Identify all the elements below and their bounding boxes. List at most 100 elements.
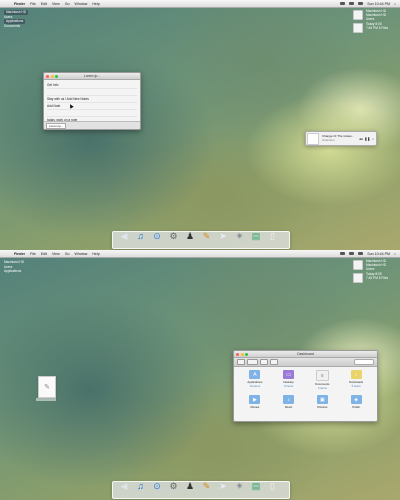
menu-finder[interactable]: Finder bbox=[14, 252, 25, 256]
menu-help[interactable]: Help bbox=[92, 252, 99, 256]
desktop-folder-icon: ▭ bbox=[283, 370, 295, 379]
desktop-item[interactable]: Applications bbox=[4, 269, 21, 273]
back-icon[interactable]: ◀ bbox=[117, 479, 131, 493]
trash-icon[interactable]: ▯ bbox=[266, 479, 280, 493]
movies-folder-icon: ▶ bbox=[249, 395, 261, 404]
back-icon[interactable]: ◀ bbox=[117, 229, 131, 243]
widget-text: Users bbox=[366, 266, 375, 271]
menu-file[interactable]: File bbox=[30, 2, 36, 6]
previous-icon[interactable]: ◂◂ bbox=[359, 137, 362, 141]
battery-icon[interactable] bbox=[358, 251, 364, 256]
itunes-icon[interactable]: ♫ bbox=[134, 479, 148, 493]
menu-file[interactable]: File bbox=[30, 252, 36, 256]
wifi-icon[interactable] bbox=[340, 251, 346, 256]
battery-icon[interactable] bbox=[358, 1, 364, 6]
folder-label: Music bbox=[284, 405, 293, 409]
send-icon[interactable]: ➤ bbox=[216, 229, 230, 243]
pen-icon[interactable]: ✎ bbox=[200, 479, 214, 493]
action-button[interactable] bbox=[270, 359, 278, 365]
track-artist: Unknown bbox=[322, 137, 335, 142]
recent-widget[interactable]: Today 8:05 7:45 PM 5 Files bbox=[353, 22, 389, 33]
folder-count: 3 items bbox=[317, 386, 327, 390]
arrange-button[interactable] bbox=[260, 359, 268, 365]
send-icon[interactable]: ➤ bbox=[216, 479, 230, 493]
menu-edit[interactable]: Edit bbox=[41, 2, 47, 6]
menu-window[interactable]: Window bbox=[75, 2, 88, 6]
finder-toolbar bbox=[234, 358, 377, 367]
back-button[interactable] bbox=[237, 359, 245, 365]
note-line: Add Note bbox=[47, 103, 137, 110]
folder-item[interactable]: A Applications 13 items bbox=[238, 370, 272, 390]
desktop-item[interactable]: Users bbox=[4, 265, 12, 269]
music-folder-icon: ♪ bbox=[283, 395, 295, 404]
pictures-folder-icon: ▣ bbox=[316, 395, 328, 404]
desktop-item[interactable]: Users bbox=[4, 15, 12, 19]
app-icon[interactable]: ▤ bbox=[249, 479, 263, 493]
menu-view[interactable]: View bbox=[52, 252, 60, 256]
documents-folder-icon: ≡ bbox=[315, 370, 329, 381]
search-input[interactable] bbox=[354, 359, 374, 365]
menu-edit[interactable]: Edit bbox=[41, 252, 47, 256]
note-titlebar[interactable]: Lorem Ip... bbox=[44, 73, 140, 80]
folder-count: 5 items bbox=[351, 384, 361, 388]
itunes-icon[interactable]: ♫ bbox=[134, 229, 148, 243]
folder-label: Movies bbox=[250, 405, 260, 409]
folder-item[interactable]: ≡ Documents 3 items bbox=[306, 370, 340, 390]
folder-item[interactable]: ♪ Music bbox=[272, 395, 306, 409]
menu-clock[interactable]: Sun 10:44 PM bbox=[367, 2, 390, 6]
spotlight-icon[interactable]: ⌕ bbox=[394, 2, 396, 6]
public-folder-icon: ◈ bbox=[350, 395, 362, 404]
folder-label: Public bbox=[352, 405, 360, 409]
appstore-icon[interactable]: ⊙ bbox=[150, 229, 164, 243]
itunes-widget[interactable]: Change Or The Grass... Unknown ◂◂ ❚❚ ⌕ bbox=[305, 131, 377, 146]
drive-icon bbox=[353, 10, 363, 20]
bottom-screen: Finder File Edit View Go Window Help Sun… bbox=[0, 250, 400, 500]
folder-item[interactable]: ▣ Pictures bbox=[306, 395, 340, 409]
desktop-items: Macintosh HD Users Applications bbox=[4, 260, 24, 274]
note-window[interactable]: Lorem Ip... Get Info Stay with us / Add … bbox=[43, 72, 141, 130]
menu-go[interactable]: Go bbox=[65, 2, 70, 6]
drive-widget[interactable]: Macintosh HD Macintosh HD Users bbox=[353, 259, 386, 271]
finder-window[interactable]: Dashboard A Applications 13 items ▭ Desk… bbox=[233, 350, 378, 422]
widget-text: 7:45 PM 5 Files bbox=[366, 25, 389, 30]
safari-icon[interactable]: ✷ bbox=[233, 479, 247, 493]
game-icon[interactable]: ♟ bbox=[183, 479, 197, 493]
pause-icon[interactable]: ❚❚ bbox=[364, 137, 370, 141]
game-icon[interactable]: ♟ bbox=[183, 229, 197, 243]
desktop-item[interactable]: Documents bbox=[4, 24, 20, 28]
search-icon[interactable]: ⌕ bbox=[372, 137, 374, 141]
folder-item[interactable]: ◈ Public bbox=[339, 395, 373, 409]
dock-icons: ◀ ♫ ⊙ ⚙ ♟ ✎ ➤ ✷ ▤ ▯ bbox=[117, 229, 280, 243]
folder-item[interactable]: ↓ Downloads 5 items bbox=[339, 370, 373, 390]
menu-help[interactable]: Help bbox=[92, 2, 99, 6]
file-icon[interactable]: ✎ bbox=[38, 376, 56, 398]
volume-icon[interactable] bbox=[349, 1, 355, 6]
menu-go[interactable]: Go bbox=[65, 252, 70, 256]
recent-widget[interactable]: Today 8:05 7:45 PM 5 Files bbox=[353, 272, 388, 283]
menu-finder[interactable]: Finder bbox=[14, 2, 25, 6]
note-footer: Lorem Ip... bbox=[44, 121, 140, 129]
note-body[interactable]: Get Info Stay with us / Add New Notes Ad… bbox=[44, 80, 140, 126]
view-button[interactable] bbox=[247, 359, 258, 365]
folder-item[interactable]: ▶ Movies bbox=[238, 395, 272, 409]
menu-view[interactable]: View bbox=[52, 2, 60, 6]
trash-icon[interactable]: ▯ bbox=[266, 229, 280, 243]
app-icon[interactable]: ▤ bbox=[249, 229, 263, 243]
wifi-icon[interactable] bbox=[340, 1, 346, 6]
appstore-icon[interactable]: ⊙ bbox=[150, 479, 164, 493]
note-line: Get Info bbox=[47, 82, 137, 89]
drive-widget[interactable]: Macintosh HD Macintosh HD Users bbox=[353, 9, 386, 21]
note-tab[interactable]: Lorem Ip... bbox=[46, 122, 67, 129]
pen-icon[interactable]: ✎ bbox=[200, 229, 214, 243]
folder-item[interactable]: ▭ Desktop 5 items bbox=[272, 370, 306, 390]
desktop-item[interactable]: Macintosh HD bbox=[4, 260, 24, 264]
volume-icon[interactable] bbox=[349, 251, 355, 256]
menu-window[interactable]: Window bbox=[75, 252, 88, 256]
finder-titlebar[interactable]: Dashboard bbox=[234, 351, 377, 358]
settings-icon[interactable]: ⚙ bbox=[167, 479, 181, 493]
settings-icon[interactable]: ⚙ bbox=[167, 229, 181, 243]
spotlight-icon[interactable]: ⌕ bbox=[394, 252, 396, 256]
menu-clock[interactable]: Sun 10:44 PM bbox=[367, 252, 390, 256]
widget-text: Users bbox=[366, 16, 375, 21]
safari-icon[interactable]: ✷ bbox=[233, 229, 247, 243]
